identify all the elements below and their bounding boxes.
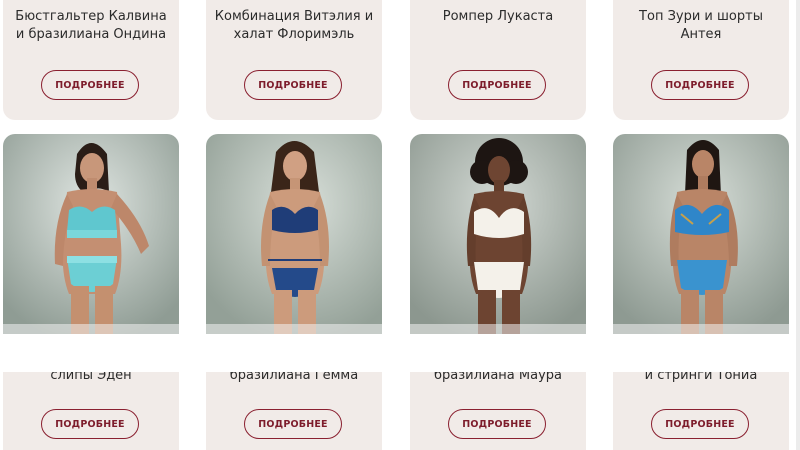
product-card: Комбинация Витэлия и халат Флоримэль ПОД…: [206, 0, 382, 120]
product-photo[interactable]: [3, 134, 179, 334]
details-button[interactable]: ПОДРОБНЕЕ: [448, 409, 546, 439]
product-photo[interactable]: [206, 134, 382, 334]
model-photo-aqua: [3, 134, 179, 334]
product-photo[interactable]: [410, 134, 586, 334]
product-card: Ромпер Лукаста ПОДРОБНЕЕ: [410, 0, 586, 120]
product-title: Бюстгальтер Калвина и бразилиана Ондина: [15, 9, 167, 42]
product-column: Бюстгальтер Калвина и бразилиана Ондина …: [3, 0, 179, 450]
scrollbar-track[interactable]: [796, 0, 800, 450]
product-title: бразилиана Маура: [433, 372, 562, 383]
product-column: Топ Зури и шорты Антея ПОДРОБНЕЕ и стрин…: [613, 0, 789, 450]
product-card: слипы Эден ПОДРОБНЕЕ: [3, 372, 179, 450]
model-photo-blue-lace: [613, 134, 789, 334]
product-title: Ромпер Лукаста: [442, 9, 554, 24]
details-button[interactable]: ПОДРОБНЕЕ: [244, 409, 342, 439]
product-title: Комбинация Витэлия и халат Флоримэль: [214, 9, 374, 42]
details-button[interactable]: ПОДРОБНЕЕ: [448, 70, 546, 100]
product-card: Топ Зури и шорты Антея ПОДРОБНЕЕ: [613, 0, 789, 120]
product-title: слипы Эден: [50, 372, 132, 383]
product-photo[interactable]: [613, 134, 789, 334]
product-title: Топ Зури и шорты Антея: [639, 9, 763, 42]
product-title: и стринги Тониа: [644, 372, 758, 383]
product-column: Комбинация Витэлия и халат Флоримэль ПОД…: [206, 0, 382, 450]
details-button[interactable]: ПОДРОБНЕЕ: [244, 70, 342, 100]
details-button[interactable]: ПОДРОБНЕЕ: [41, 409, 139, 439]
product-grid: Бюстгальтер Калвина и бразилиана Ондина …: [0, 0, 800, 450]
product-card: бразилиана Маура ПОДРОБНЕЕ: [410, 372, 586, 450]
model-photo-white: [410, 134, 586, 334]
product-card: и стринги Тониа ПОДРОБНЕЕ: [613, 372, 789, 450]
details-button[interactable]: ПОДРОБНЕЕ: [651, 70, 749, 100]
product-card: Бюстгальтер Калвина и бразилиана Ондина …: [3, 0, 179, 120]
product-column: Ромпер Лукаста ПОДРОБНЕЕ бразилиана Маур…: [410, 0, 586, 450]
product-card: бразилиана Гемма ПОДРОБНЕЕ: [206, 372, 382, 450]
details-button[interactable]: ПОДРОБНЕЕ: [41, 70, 139, 100]
product-title: бразилиана Гемма: [229, 372, 359, 383]
model-photo-navy: [206, 134, 382, 334]
details-button[interactable]: ПОДРОБНЕЕ: [651, 409, 749, 439]
